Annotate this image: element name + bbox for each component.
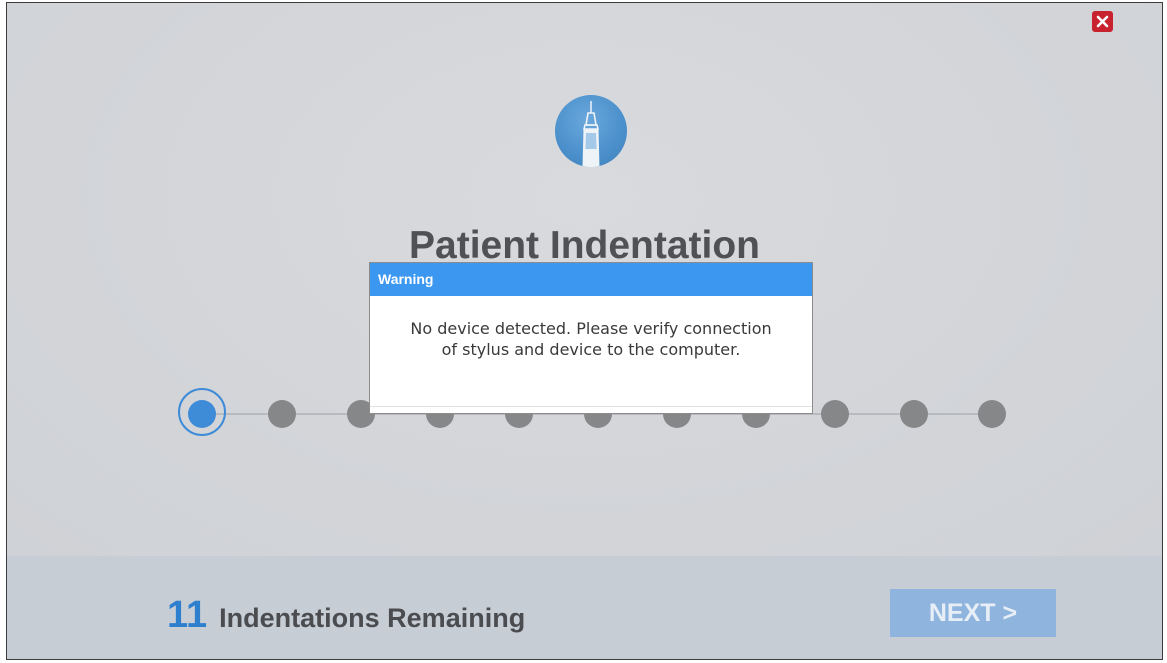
- remaining-indicator: 11 Indentations Remaining: [167, 594, 525, 638]
- next-button[interactable]: NEXT >: [890, 589, 1056, 637]
- remaining-count: 11: [167, 594, 208, 636]
- footer-bar: 11 Indentations Remaining NEXT >: [7, 556, 1162, 659]
- stylus-pen-icon: [555, 95, 627, 167]
- dialog-message: No device detected. Please verify connec…: [410, 319, 772, 359]
- step-dot-10: [900, 400, 928, 428]
- remaining-label: Indentations Remaining: [219, 603, 526, 633]
- close-button[interactable]: [1092, 11, 1113, 32]
- app-window: Patient Indentation 11 Indentations Rema…: [6, 2, 1163, 660]
- warning-dialog: Warning No device detected. Please verif…: [369, 262, 813, 414]
- step-dot-11: [978, 400, 1006, 428]
- step-dot-9: [821, 400, 849, 428]
- dialog-title: Warning: [370, 263, 812, 296]
- close-x-icon: [1096, 15, 1109, 28]
- dialog-divider: [370, 406, 812, 407]
- step-dot-1: [188, 400, 216, 428]
- step-dot-2: [268, 400, 296, 428]
